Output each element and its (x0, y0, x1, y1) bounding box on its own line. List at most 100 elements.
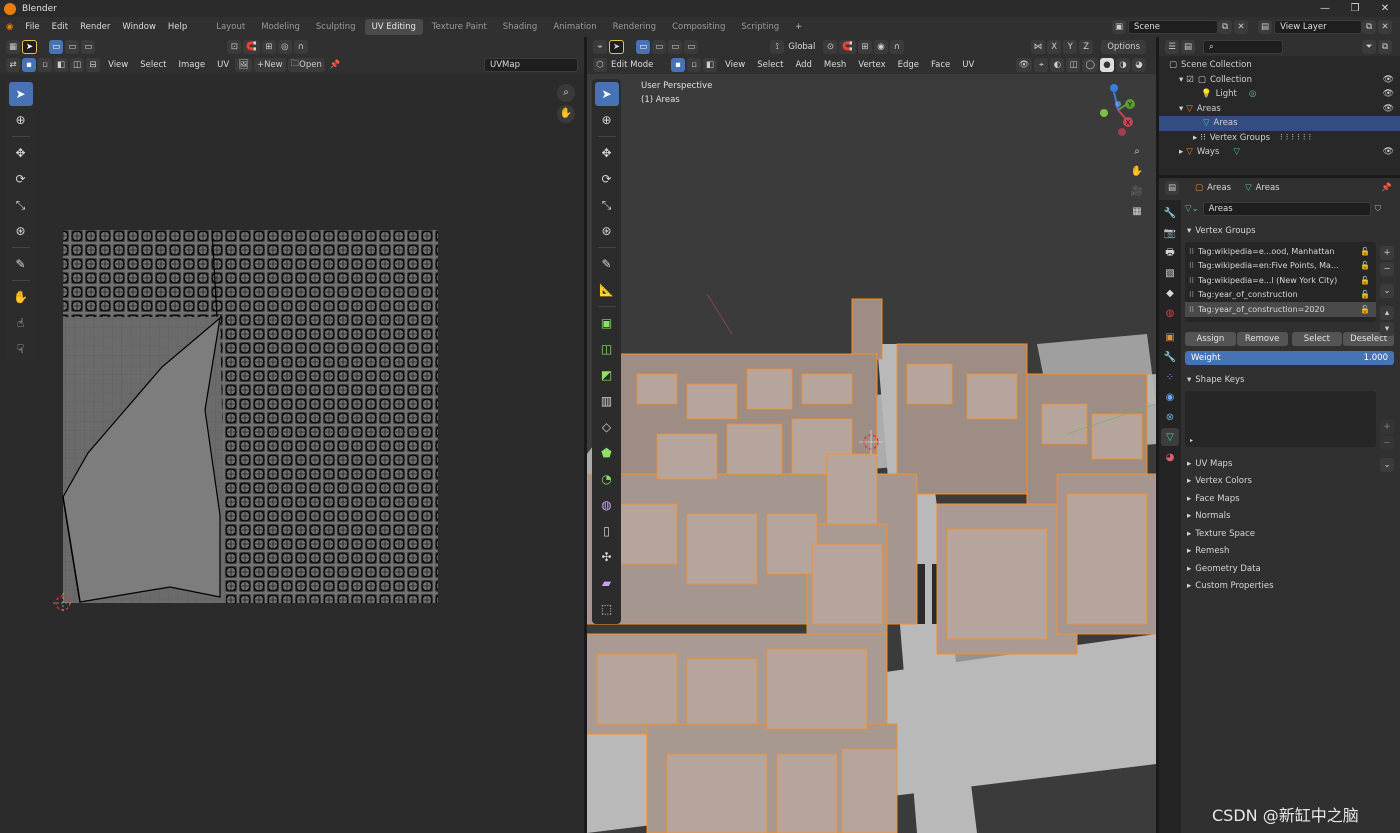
orientation-icon[interactable]: ⟟ (770, 39, 785, 54)
normals-panel-header[interactable]: ▸ Normals (1181, 508, 1400, 526)
vp-loopcut-tool[interactable]: ▥ (595, 389, 619, 413)
tab-compositing[interactable]: Compositing (665, 19, 732, 35)
vp-rip-tool[interactable]: ⬚ (595, 597, 619, 621)
ortho-toggle-icon[interactable]: ▦ (1128, 202, 1146, 220)
viewport-menu-select[interactable]: Select (751, 60, 789, 70)
delete-scene-icon[interactable]: ✕ (1234, 20, 1249, 34)
uv-island-mode-icon[interactable]: ◫ (70, 58, 85, 72)
lock-icon[interactable]: 🔓 (1360, 261, 1370, 270)
viewport-select-extend-icon[interactable]: ▭ (652, 39, 667, 54)
tab-layout[interactable]: Layout (209, 19, 252, 35)
visibility-icon[interactable]: 👁 (1015, 58, 1033, 72)
proportional-edit-icon[interactable]: ◎ (277, 39, 292, 54)
vp-measure-tool[interactable]: 📐 (595, 278, 619, 302)
fake-user-shield-icon[interactable]: ⛉ (1375, 204, 1381, 214)
gizmo-icon[interactable]: ⌖ (1034, 58, 1049, 72)
axis-z-toggle[interactable]: Z (1079, 39, 1094, 54)
vertex-colors-panel-header[interactable]: ▸ Vertex Colors (1181, 473, 1400, 491)
tab-modeling[interactable]: Modeling (254, 19, 307, 35)
new-scene-icon[interactable]: ⧉ (1218, 20, 1233, 34)
edge-select-mode-icon[interactable]: ▫ (687, 58, 701, 72)
face-select-mode-icon[interactable]: ◧ (703, 58, 718, 72)
scene-tab-icon[interactable]: ◆ (1161, 284, 1179, 302)
custom-properties-panel-header[interactable]: ▸ Custom Properties (1181, 578, 1400, 596)
xray-icon[interactable]: ◫ (1066, 58, 1081, 72)
outliner-row-ways[interactable]: ▸ ▽ Ways ▽ 👁 (1159, 145, 1400, 160)
viewport-falloff-icon[interactable]: ∩ (889, 39, 904, 54)
vertex-groups-panel-header[interactable]: ▾ Vertex Groups (1181, 222, 1400, 239)
viewport-select-invert-icon[interactable]: ▭ (684, 39, 699, 54)
pin-icon[interactable]: 📌 (327, 58, 344, 72)
view-layer-field[interactable]: View Layer (1274, 20, 1363, 34)
editor-type-icon[interactable]: ▦ (6, 39, 21, 54)
sticky-select-icon[interactable]: ⊟ (86, 58, 101, 72)
tab-sculpting[interactable]: Sculpting (309, 19, 363, 35)
modifier-tab-icon[interactable]: 🔧 (1161, 348, 1179, 366)
visibility-eye-icon[interactable]: 👁 (1383, 104, 1394, 114)
edit-mode-icon[interactable]: ⬡ (593, 58, 607, 72)
viewport-proportional-icon[interactable]: ◉ (873, 39, 888, 54)
weight-slider[interactable]: Weight 1.000 (1185, 351, 1394, 365)
new-collection-icon[interactable]: ⧉ (1378, 39, 1392, 54)
vp-shear-tool[interactable]: ▰ (595, 571, 619, 595)
vertex-group-item[interactable]: ⁝⁝ Tag:year_of_construction 🔓 (1185, 288, 1376, 303)
viewport-editor-type-icon[interactable]: ⌖ (593, 39, 607, 54)
view-layer-icon[interactable]: ▤ (1258, 20, 1273, 34)
overlay-icon[interactable]: ◐ (1050, 58, 1065, 72)
scene-field[interactable]: Scene (1128, 20, 1219, 34)
close-button[interactable]: ✕ (1370, 0, 1400, 17)
mode-dropdown[interactable]: Edit Mode (609, 60, 671, 70)
vp-select-tool[interactable]: ➤ (594, 82, 619, 106)
uv-face-mode-icon[interactable]: ◧ (54, 58, 69, 72)
vp-smooth-tool[interactable]: ◍ (595, 493, 619, 517)
menu-file[interactable]: File (19, 17, 45, 37)
snap-icon[interactable]: 🧲 (243, 39, 260, 54)
mesh-datablock-icon[interactable]: ▽⌄ (1185, 204, 1199, 214)
shading-material-icon[interactable]: ◑ (1116, 58, 1130, 72)
shape-key-specials-button[interactable]: ⌄ (1380, 458, 1394, 472)
minimize-button[interactable]: — (1310, 0, 1340, 17)
blender-menu-icon[interactable]: ◉ (0, 17, 19, 37)
vertex-group-item-selected[interactable]: ⁝⁝ Tag:year_of_construction=2020 🔓 (1185, 302, 1376, 317)
viewport-select-subtract-icon[interactable]: ▭ (668, 39, 683, 54)
add-workspace-button[interactable]: + (788, 19, 809, 35)
vp-cursor-tool[interactable]: ⊕ (595, 108, 619, 132)
uvmap-field[interactable]: UVMap (484, 58, 578, 72)
uv-canvas[interactable] (0, 75, 584, 833)
object-tab-icon[interactable]: ▣ (1161, 328, 1179, 346)
viewport-snap-icon[interactable]: 🧲 (839, 39, 856, 54)
select-tool-icon[interactable]: ➤ (22, 39, 38, 54)
particles-tab-icon[interactable]: ⁘ (1161, 368, 1179, 386)
assign-button[interactable]: Assign (1185, 332, 1236, 346)
axis-x-toggle[interactable]: X (1047, 39, 1062, 54)
vp-rotate-tool[interactable]: ⟳ (595, 167, 619, 191)
menu-render[interactable]: Render (74, 17, 116, 37)
vp-scale-tool[interactable]: ⤡ (595, 193, 619, 217)
pivot-point-icon[interactable]: ⊙ (823, 39, 838, 54)
constraints-tab-icon[interactable]: ⊗ (1161, 408, 1179, 426)
lock-icon[interactable]: 🔓 (1360, 247, 1370, 256)
vp-shrink-tool[interactable]: ✣ (595, 545, 619, 569)
move-up-button[interactable]: ▴ (1380, 306, 1394, 320)
filter-icon[interactable]: ⏷ (1362, 39, 1376, 54)
visibility-eye-icon[interactable]: 👁 (1383, 89, 1394, 99)
vp-edge-slide-tool[interactable]: ▯ (595, 519, 619, 543)
uv-sync-icon[interactable]: ⇄ (6, 58, 20, 72)
viewport-select-tool-icon[interactable]: ➤ (609, 39, 625, 54)
menu-window[interactable]: Window (116, 17, 162, 37)
outliner-row-areas-object[interactable]: ▾ ▽ Areas 👁 (1159, 102, 1400, 117)
add-shape-key-button[interactable]: + (1380, 420, 1394, 434)
list-expand-icon[interactable]: ▸ (1190, 437, 1193, 444)
physics-tab-icon[interactable]: ◉ (1161, 388, 1179, 406)
visibility-eye-icon[interactable]: 👁 (1383, 147, 1394, 157)
mesh-name-field[interactable]: Areas (1202, 202, 1371, 216)
remove-button[interactable]: Remove (1236, 332, 1288, 346)
outliner-editor-type-icon[interactable]: ☰ (1165, 39, 1179, 54)
vp-inset-tool[interactable]: ◫ (595, 337, 619, 361)
vertex-group-item[interactable]: ⁝⁝ Tag:wikipedia=en:Five Points, Ma... 🔓 (1185, 259, 1376, 274)
outliner-row-collection[interactable]: ▾ ☑ ▢ Collection 👁 (1159, 73, 1400, 88)
outliner-search-input[interactable]: ⌕ (1203, 39, 1284, 54)
vp-spin-tool[interactable]: ◔ (595, 467, 619, 491)
viewport-menu-view[interactable]: View (719, 60, 751, 70)
uv-menu-view[interactable]: View (102, 60, 134, 70)
